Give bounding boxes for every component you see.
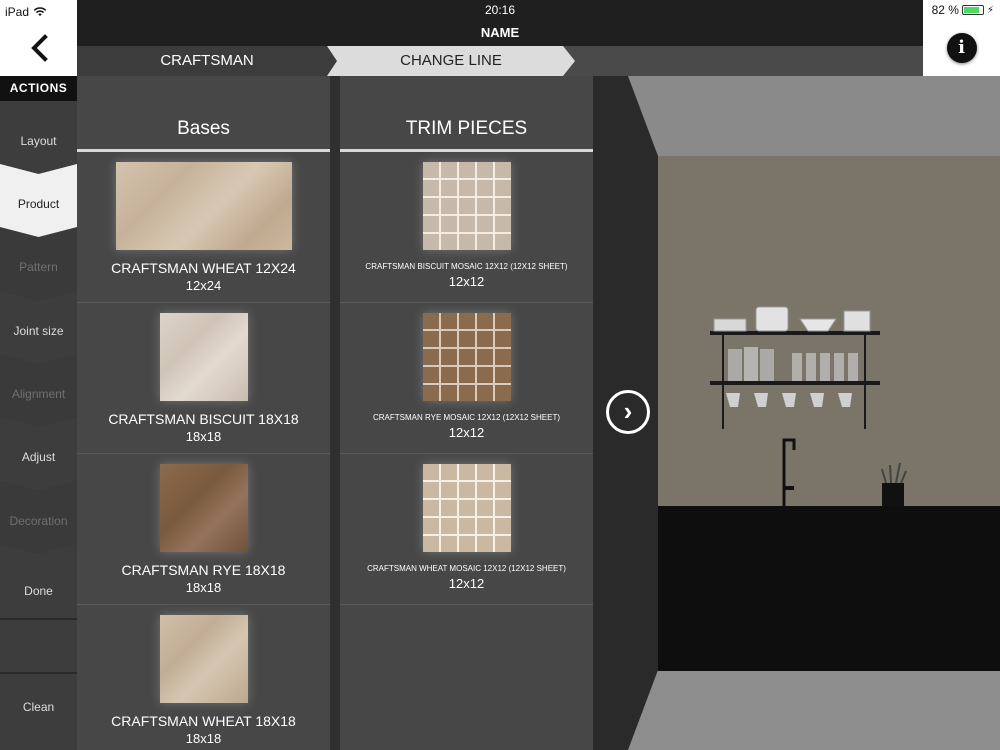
- sidebar-item-label: Joint size: [13, 324, 64, 338]
- info-icon[interactable]: i: [946, 33, 977, 63]
- product-name: CRAFTSMAN RYE 18X18: [121, 562, 286, 578]
- list-item[interactable]: CRAFTSMAN BISCUIT 18X18 18x18: [77, 303, 330, 454]
- kitchen-counter: [636, 506, 1000, 671]
- product-size: 18x18: [185, 731, 222, 746]
- trim-heading: TRIM PIECES: [340, 76, 593, 152]
- list-item[interactable]: CRAFTSMAN WHEAT MOSAIC 12X12 (12X12 SHEE…: [340, 454, 593, 605]
- bases-column: Bases CRAFTSMAN WHEAT 12X24 12x24 CRAFTS…: [77, 76, 330, 750]
- product-size: 12x12: [448, 576, 485, 591]
- sidebar-item-layout[interactable]: Layout: [0, 101, 77, 175]
- list-item[interactable]: CRAFTSMAN RYE MOSAIC 12X12 (12X12 SHEET)…: [340, 303, 593, 454]
- clean-button[interactable]: Clean: [0, 674, 77, 750]
- charging-icon: ⚡: [986, 4, 994, 16]
- product-name: CRAFTSMAN WHEAT 18X18: [111, 713, 296, 729]
- breadcrumb: CRAFTSMAN CHANGE LINE: [77, 46, 923, 76]
- utensil-holder-illustration: [881, 462, 907, 506]
- list-item[interactable]: CRAFTSMAN WHEAT 18X18 18x18: [77, 605, 330, 750]
- chevron-right-icon: ›: [623, 396, 633, 426]
- sidebar-item-label: Product: [17, 197, 60, 211]
- mosaic-swatch: [422, 464, 511, 552]
- chevron-left-icon: [30, 34, 48, 62]
- tile-swatch: [159, 313, 248, 401]
- sidebar-item-adjust[interactable]: Adjust: [0, 417, 77, 491]
- device-label: iPad: [5, 4, 30, 19]
- wifi-icon: [33, 6, 47, 16]
- sidebar-item-label: Pattern: [19, 260, 58, 274]
- product-name: CRAFTSMAN BISCUIT MOSAIC 12X12 (12X12 SH…: [365, 262, 568, 271]
- sidebar-item-joint-size[interactable]: Joint size: [0, 291, 77, 365]
- page-title: NAME: [77, 20, 923, 46]
- mosaic-swatch: [422, 313, 511, 401]
- sidebar-item-decoration[interactable]: Decoration: [0, 481, 77, 555]
- tile-swatch: [159, 615, 248, 703]
- tile-swatch: [159, 464, 248, 552]
- mosaic-swatch: [422, 162, 511, 250]
- room-preview[interactable]: [628, 76, 1000, 750]
- sidebar-item-product[interactable]: Product: [0, 164, 77, 238]
- sidebar-item-label: Layout: [20, 134, 57, 148]
- shelf-illustration: [710, 306, 880, 429]
- breadcrumb-current[interactable]: CRAFTSMAN: [77, 46, 337, 76]
- back-button[interactable]: [0, 20, 77, 76]
- app-root: iPad 20:16 82 % ⚡ NAME i CRAFTSMAN CHANG…: [0, 0, 1000, 750]
- product-name: CRAFTSMAN BISCUIT 18X18: [108, 411, 299, 427]
- actions-sidebar: ACTIONS Layout Product Pattern Joint siz…: [0, 76, 77, 750]
- product-size: 12x12: [448, 274, 485, 289]
- change-line-button[interactable]: CHANGE LINE: [327, 46, 575, 76]
- list-item[interactable]: CRAFTSMAN RYE 18X18 18x18: [77, 454, 330, 605]
- list-item[interactable]: CRAFTSMAN BISCUIT MOSAIC 12X12 (12X12 SH…: [340, 152, 593, 303]
- product-size: 12x12: [448, 425, 485, 440]
- status-bar: iPad 20:16 82 % ⚡: [0, 0, 1000, 20]
- battery-icon: [961, 5, 984, 15]
- floor-surface: [628, 671, 1000, 750]
- list-item[interactable]: CRAFTSMAN WHEAT 12X24 12x24: [77, 152, 330, 303]
- bases-heading: Bases: [77, 76, 330, 152]
- product-size: 18x18: [185, 580, 222, 595]
- actions-heading: ACTIONS: [0, 76, 77, 101]
- battery-fill: [963, 7, 979, 13]
- sidebar-item-label: Done: [24, 584, 53, 598]
- next-arrow-button[interactable]: ›: [606, 390, 650, 434]
- status-left: iPad: [0, 0, 77, 20]
- sidebar-item-pattern[interactable]: Pattern: [0, 227, 77, 301]
- faucet-illustration: [782, 438, 796, 506]
- status-right: 82 % ⚡: [923, 0, 1000, 20]
- sidebar-item-label: Decoration: [9, 514, 68, 528]
- info-button-area: i: [923, 20, 1000, 76]
- sidebar-item-label: Alignment: [11, 387, 66, 401]
- product-size: 18x18: [185, 429, 222, 444]
- status-time: 20:16: [77, 0, 923, 20]
- product-size: 12x24: [185, 278, 222, 293]
- tile-swatch: [115, 162, 292, 250]
- product-name: CRAFTSMAN WHEAT 12X24: [111, 260, 296, 276]
- trim-column: TRIM PIECES CRAFTSMAN BISCUIT MOSAIC 12X…: [340, 76, 593, 750]
- battery-percent: 82 %: [931, 3, 959, 17]
- sidebar-item-label: Adjust: [21, 450, 56, 464]
- product-name: CRAFTSMAN RYE MOSAIC 12X12 (12X12 SHEET): [372, 413, 561, 422]
- sidebar-spacer: [0, 620, 77, 672]
- sidebar-item-alignment[interactable]: Alignment: [0, 354, 77, 428]
- column-divider: [330, 76, 340, 750]
- product-name: CRAFTSMAN WHEAT MOSAIC 12X12 (12X12 SHEE…: [367, 564, 566, 573]
- sidebar-item-done[interactable]: Done: [0, 544, 77, 618]
